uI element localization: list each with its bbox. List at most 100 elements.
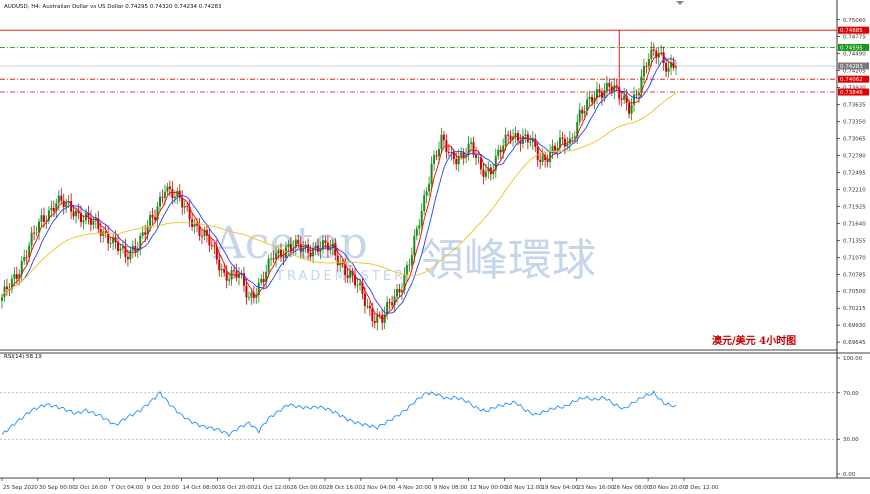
- candle-body: [524, 134, 527, 137]
- price-label-text: 0.74595: [840, 45, 863, 51]
- candle-body: [482, 169, 485, 177]
- candle-body: [84, 213, 87, 221]
- candle-body: [99, 228, 102, 236]
- candle-body: [65, 202, 68, 208]
- candle-body: [410, 255, 413, 265]
- candle-body: [42, 215, 45, 222]
- candle-body: [13, 274, 16, 279]
- candle-body: [267, 258, 270, 272]
- candle-body: [75, 210, 78, 217]
- candle-body: [109, 243, 112, 245]
- candle-body: [484, 171, 487, 177]
- candle-body: [667, 67, 670, 72]
- candle-body: [324, 240, 327, 243]
- trading-chart: Acetop 領峰環球 TRADEMASTER 0.750600.747750.…: [0, 0, 870, 494]
- candle-body: [272, 258, 275, 260]
- window-title: AUDUSD, H4: Australian Dollar vs US Doll…: [4, 4, 222, 10]
- price-tick-label: 0.75060: [843, 18, 866, 24]
- candle-body: [608, 83, 611, 87]
- candle-body: [220, 268, 223, 271]
- candle-body: [571, 137, 574, 139]
- candle-body: [475, 154, 478, 158]
- candle-body: [166, 186, 169, 192]
- candle-body: [507, 134, 510, 136]
- candle-body: [72, 211, 75, 217]
- time-tick-label: 4 Nov 20:00: [398, 485, 432, 491]
- candle-body: [92, 220, 95, 225]
- candle-body: [368, 305, 371, 309]
- candle-body: [228, 279, 231, 281]
- candle-body: [455, 158, 458, 165]
- candle-body: [40, 215, 43, 222]
- candle-body: [665, 62, 668, 72]
- candle-body: [561, 137, 564, 139]
- price-label-text: 0.73846: [840, 90, 863, 96]
- candle-body: [430, 163, 433, 184]
- time-tick-label: 7 Oct 04:00: [111, 485, 144, 491]
- candle-body: [102, 231, 105, 236]
- candle-body: [502, 145, 505, 153]
- candle-body: [633, 94, 636, 105]
- candle-body: [250, 292, 253, 298]
- candle-body: [270, 258, 273, 260]
- price-tick-label: 0.71070: [843, 255, 866, 261]
- candle-body: [578, 109, 581, 122]
- candle-body: [620, 98, 623, 100]
- candle-body: [287, 244, 290, 248]
- price-tick-label: 0.74775: [843, 35, 866, 41]
- candle-body: [262, 279, 265, 283]
- candle-body: [346, 275, 349, 278]
- candle-body: [171, 189, 174, 199]
- time-tick-label: 26 Nov 08:00: [613, 485, 651, 491]
- time-tick-label: 30 Nov 20:00: [649, 485, 687, 491]
- rsi-tick-label: 0.00: [843, 472, 856, 478]
- price-tick-label: 0.73635: [843, 103, 866, 109]
- candle-body: [388, 302, 391, 303]
- candle-body: [605, 83, 608, 91]
- candle-body: [408, 264, 411, 266]
- candle-body: [141, 232, 144, 236]
- candle-body: [398, 289, 401, 293]
- time-tick-label: 16 Nov 12:00: [506, 485, 544, 491]
- time-tick-label: 2 Nov 04:00: [362, 485, 396, 491]
- candle-body: [50, 207, 53, 211]
- rsi-tick-label: 70.00: [843, 391, 859, 397]
- candle-body: [1, 297, 3, 301]
- candle-body: [499, 149, 502, 153]
- candle-body: [366, 305, 369, 307]
- candle-body: [418, 225, 421, 229]
- candle-body: [536, 146, 539, 161]
- rsi-tick-label: 30.00: [843, 437, 859, 443]
- price-tick-label: 0.73065: [843, 137, 866, 143]
- time-tick-label: 9 Oct 20:00: [147, 485, 180, 491]
- price-tick-label: 0.71640: [843, 221, 866, 227]
- candle-body: [245, 285, 248, 298]
- candle-body: [428, 183, 431, 192]
- time-tick-label: 14 Oct 08:00: [182, 485, 218, 491]
- candle-body: [161, 196, 164, 198]
- price-label-text: 0.74062: [840, 77, 863, 83]
- candle-body: [233, 270, 236, 272]
- time-tick-label: 21 Oct 12:00: [254, 485, 290, 491]
- candle-body: [457, 156, 460, 165]
- candle-body: [5, 286, 8, 289]
- candle-body: [425, 191, 428, 196]
- candle-body: [642, 66, 645, 77]
- candle-body: [598, 89, 601, 93]
- candle-body: [433, 155, 436, 164]
- candle-body: [373, 321, 376, 323]
- watermark-brand: Acetop: [212, 218, 368, 269]
- candle-body: [210, 245, 213, 247]
- candle-body: [200, 235, 203, 237]
- candle-body: [119, 248, 122, 251]
- candle-body: [33, 232, 36, 234]
- candle-body: [35, 232, 38, 234]
- candle-body: [82, 220, 85, 223]
- time-tick-label: 12 Nov 00:00: [470, 485, 508, 491]
- candle-body: [591, 96, 594, 103]
- watermark-cn: 領峰環球: [420, 235, 596, 286]
- candle-body: [472, 142, 475, 155]
- candle-body: [60, 195, 63, 201]
- candle-body: [650, 49, 653, 59]
- price-tick-label: 0.72780: [843, 153, 866, 159]
